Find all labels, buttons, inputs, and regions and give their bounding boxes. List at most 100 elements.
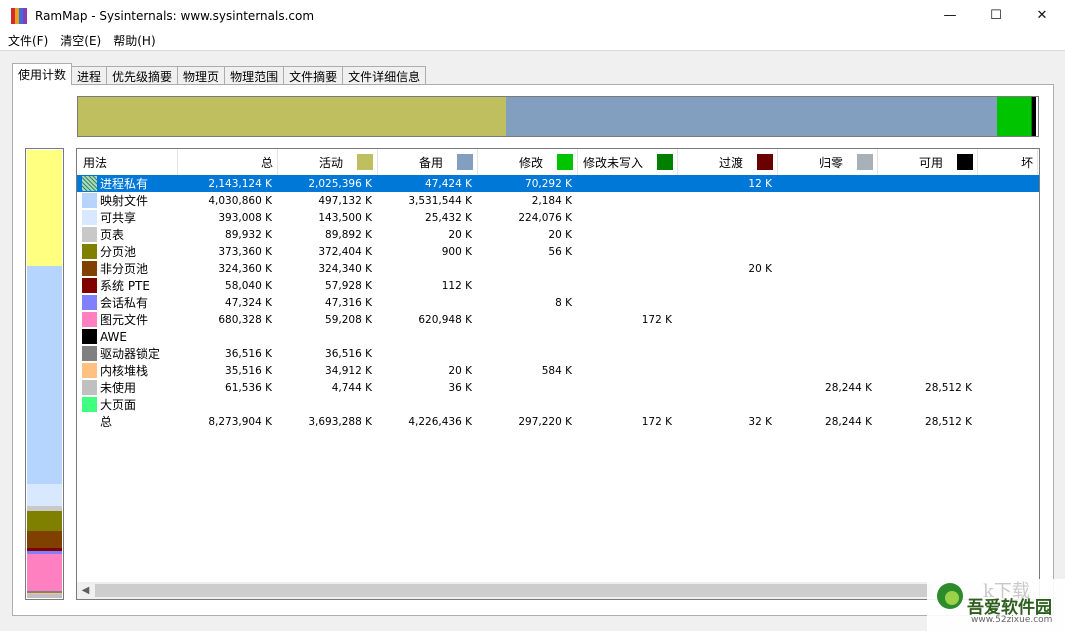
value-cell [578,260,678,277]
table-row[interactable]: 分页池 373,360 K 372,404 K 900 K 56 K [77,243,1039,260]
tab-strip: 使用计数 进程 优先级摘要 物理页 物理范围 文件摘要 文件详细信息 [12,63,427,85]
memory-usage-segment [27,554,62,591]
value-cell: 393,008 K [218,211,272,224]
column-header[interactable]: 备用 [378,149,478,175]
tab-file-summary[interactable]: 文件摘要 [283,66,344,85]
value-cell [578,328,678,345]
value-cell: 28,512 K [925,381,972,394]
column-header[interactable]: 可用 [878,149,978,175]
tab-processes[interactable]: 进程 [71,66,108,85]
table-row[interactable]: 总 8,273,904 K 3,693,288 K 4,226,436 K 297,22… [77,413,1039,430]
close-button[interactable]: ✕ [1019,0,1065,31]
table-row[interactable]: 系统 PTE 58,040 K 57,928 K 112 K [77,277,1039,294]
usage-cell: 页表 [77,226,178,243]
value-cell [778,175,878,192]
table-row[interactable]: 驱动器锁定 36,516 K 36,516 K [77,345,1039,362]
tab-physical-ranges[interactable]: 物理范围 [224,66,285,85]
value-cell: 584 K [541,364,572,377]
value-cell [878,260,978,277]
usage-cell: 分页池 [77,243,178,260]
scroll-left-icon[interactable]: ◀ [77,582,94,599]
value-cell: 12 K [748,177,772,190]
table-row[interactable]: 非分页池 324,360 K 324,340 K 20 K [77,260,1039,277]
value-cell [578,277,678,294]
value-cell [878,345,978,362]
table-row[interactable]: 内核堆栈 35,516 K 34,912 K 20 K 584 K [77,362,1039,379]
usage-label: 总 [100,415,113,429]
value-cell: 47,316 K [325,296,372,309]
row-color-swatch [82,295,97,310]
column-header-label: 总 [260,155,273,170]
table-row[interactable]: 未使用 61,536 K 4,744 K 36 K 28,244 K 28,512 K [77,379,1039,396]
memory-state-segment [78,97,507,136]
row-color-swatch [82,176,97,191]
table-row[interactable]: AWE [77,328,1039,345]
usage-cell: 系统 PTE [77,277,178,294]
value-cell [878,226,978,243]
row-color-swatch [82,414,97,429]
column-header[interactable]: 归零 [778,149,878,175]
value-cell: 20 K [448,228,472,241]
column-header[interactable]: 活动 [278,149,378,175]
maximize-button[interactable]: ☐ [973,0,1019,31]
menu-empty[interactable]: 清空(E) [54,32,107,49]
value-cell [578,243,678,260]
column-header[interactable]: 过渡 [678,149,778,175]
table-row[interactable]: 页表 89,932 K 89,892 K 20 K 20 K [77,226,1039,243]
column-header-label: 修改未写入 [582,155,643,170]
value-cell: 20 K [748,262,772,275]
value-cell: 224,076 K [518,211,572,224]
value-cell [178,328,278,345]
tab-priority-summary[interactable]: 优先级摘要 [106,66,179,85]
value-cell: 324,340 K [318,262,372,275]
scroll-thumb[interactable] [95,584,933,597]
value-cell [678,311,778,328]
value-cell [778,243,878,260]
usage-label: 可共享 [100,211,137,225]
value-cell [278,396,378,413]
tab-use-counts[interactable]: 使用计数 [12,63,73,85]
table-row[interactable]: 进程私有 2,143,124 K 2,025,396 K 47,424 K 70,292… [77,175,1039,192]
value-cell: 4,226,436 K [408,415,472,428]
column-header[interactable]: 修改 [478,149,578,175]
value-cell: 56 K [548,245,572,258]
column-header[interactable]: 坏 [978,149,1038,175]
watermark-url: www.52zixue.com [971,615,1053,625]
row-color-swatch [82,193,97,208]
table-row[interactable]: 可共享 393,008 K 143,500 K 25,432 K 224,076 K [77,209,1039,226]
tab-physical-pages[interactable]: 物理页 [177,66,226,85]
menu-help[interactable]: 帮助(H) [107,32,161,49]
table-row[interactable]: 映射文件 4,030,860 K 497,132 K 3,531,544 K 2,184… [77,192,1039,209]
usage-label: 内核堆栈 [100,364,149,378]
usage-cell: 可共享 [77,209,178,226]
table-row[interactable]: 会话私有 47,324 K 47,316 K 8 K [77,294,1039,311]
menu-file[interactable]: 文件(F) [2,32,54,49]
value-cell [778,209,878,226]
value-cell: 28,244 K [825,415,872,428]
horizontal-scrollbar[interactable]: ◀ [77,582,1039,599]
column-header[interactable]: 总 [178,149,278,175]
value-cell [778,345,878,362]
usage-label: AWE [100,329,127,344]
column-header[interactable]: 用法 [77,149,178,175]
minimize-button[interactable]: — [927,0,973,31]
value-cell: 28,512 K [925,415,972,428]
value-cell [578,226,678,243]
value-cell: 2,025,396 K [308,177,372,190]
tab-file-details[interactable]: 文件详细信息 [342,66,427,85]
value-cell [478,260,578,277]
value-cell [578,379,678,396]
column-header[interactable]: 修改未写入 [578,149,678,175]
table-row[interactable]: 大页面 [77,396,1039,413]
row-color-swatch [82,397,97,412]
memory-state-segment [996,97,1032,136]
value-cell [378,396,478,413]
value-cell [778,277,878,294]
value-cell: 373,360 K [218,245,272,258]
value-cell [378,260,478,277]
usage-cell: 未使用 [77,379,178,396]
color-swatch [957,154,973,170]
column-header-label: 过渡 [718,155,743,170]
value-cell [778,311,878,328]
table-row[interactable]: 图元文件 680,328 K 59,208 K 620,948 K 172 K [77,311,1039,328]
